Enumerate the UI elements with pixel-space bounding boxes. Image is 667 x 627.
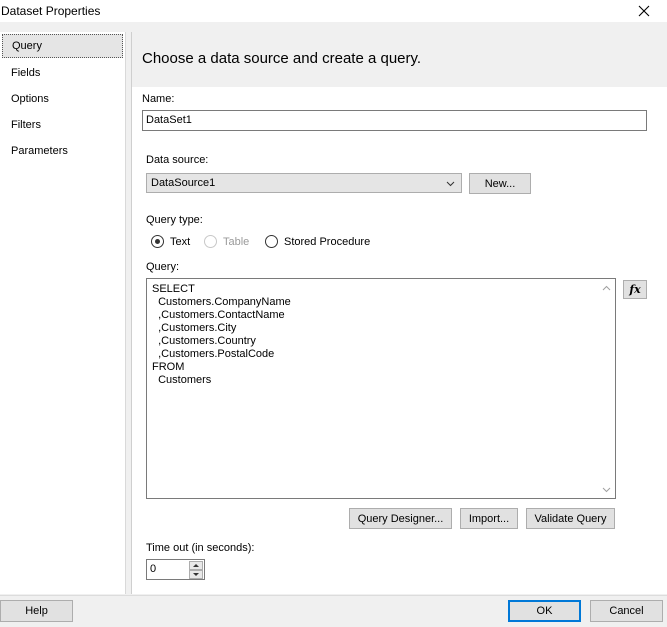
panel-header-text: Choose a data source and create a query. <box>142 50 422 67</box>
cancel-button[interactable]: Cancel <box>590 600 663 622</box>
querytype-text-label: Text <box>170 235 191 248</box>
caret-down-icon <box>193 573 199 576</box>
scroll-down-icon[interactable] <box>602 485 611 494</box>
expression-button[interactable]: fx <box>623 280 647 299</box>
radio-icon <box>265 235 278 248</box>
ok-button[interactable]: OK <box>508 600 581 622</box>
window-title: Dataset Properties <box>1 4 101 18</box>
query-scrollbar[interactable] <box>598 279 615 498</box>
query-line: FROM <box>152 361 185 373</box>
sidebar-item-parameters[interactable]: Parameters <box>2 139 123 163</box>
footer-divider <box>0 595 667 596</box>
sidebar-nav: Query Fields Options Filters Parameters <box>0 32 126 594</box>
new-datasource-button[interactable]: New... <box>469 173 531 194</box>
query-line: ,Customers.PostalCode <box>152 348 275 360</box>
timeout-stepper[interactable]: 0 <box>146 559 205 580</box>
name-field[interactable]: DataSet1 <box>142 110 647 131</box>
name-label: Name: <box>142 93 175 105</box>
querytype-table-radio[interactable]: Table <box>204 235 249 248</box>
datasource-dropdown[interactable]: DataSource1 <box>146 173 462 193</box>
sidebar-item-filters[interactable]: Filters <box>2 113 123 137</box>
fx-icon: fx <box>629 283 641 296</box>
datasource-label: Data source: <box>146 154 209 166</box>
close-icon <box>638 5 650 17</box>
query-label: Query: <box>146 261 180 273</box>
timeout-label: Time out (in seconds): <box>146 542 255 554</box>
panel-header: Choose a data source and create a query. <box>132 32 667 87</box>
close-button[interactable] <box>621 0 667 22</box>
datasource-value: DataSource1 <box>151 177 216 189</box>
title-bar: Dataset Properties <box>0 0 667 22</box>
caret-up-icon <box>193 564 199 567</box>
radio-icon <box>204 235 217 248</box>
query-designer-button[interactable]: Query Designer... <box>349 508 452 529</box>
import-button[interactable]: Import... <box>460 508 518 529</box>
querytype-storedproc-radio[interactable]: Stored Procedure <box>265 235 370 248</box>
stepper-up-button[interactable] <box>189 561 203 570</box>
query-text: SELECT Customers.CompanyName ,Customers.… <box>152 283 291 387</box>
querytype-label: Query type: <box>146 214 203 226</box>
querytype-text-radio[interactable]: Text <box>151 235 190 248</box>
scroll-up-icon[interactable] <box>602 284 611 293</box>
query-line: Customers <box>152 374 212 386</box>
query-line: Customers.CompanyName <box>152 296 291 308</box>
help-button[interactable]: Help <box>0 600 73 622</box>
chevron-down-icon <box>446 181 455 187</box>
sidebar-item-fields[interactable]: Fields <box>2 61 123 85</box>
timeout-value: 0 <box>150 563 157 575</box>
validate-query-button[interactable]: Validate Query <box>526 508 615 529</box>
query-line: SELECT <box>152 283 195 295</box>
querytype-table-label: Table <box>223 235 250 248</box>
stepper-down-button[interactable] <box>189 570 203 579</box>
sidebar-item-query[interactable]: Query <box>2 34 123 58</box>
query-line: ,Customers.ContactName <box>152 309 285 321</box>
radio-checked-icon <box>151 235 164 248</box>
querytype-storedproc-label: Stored Procedure <box>284 235 371 248</box>
sidebar-item-options[interactable]: Options <box>2 87 123 111</box>
query-line: ,Customers.City <box>152 322 237 334</box>
query-line: ,Customers.Country <box>152 335 256 347</box>
query-editor[interactable]: SELECT Customers.CompanyName ,Customers.… <box>146 278 616 499</box>
